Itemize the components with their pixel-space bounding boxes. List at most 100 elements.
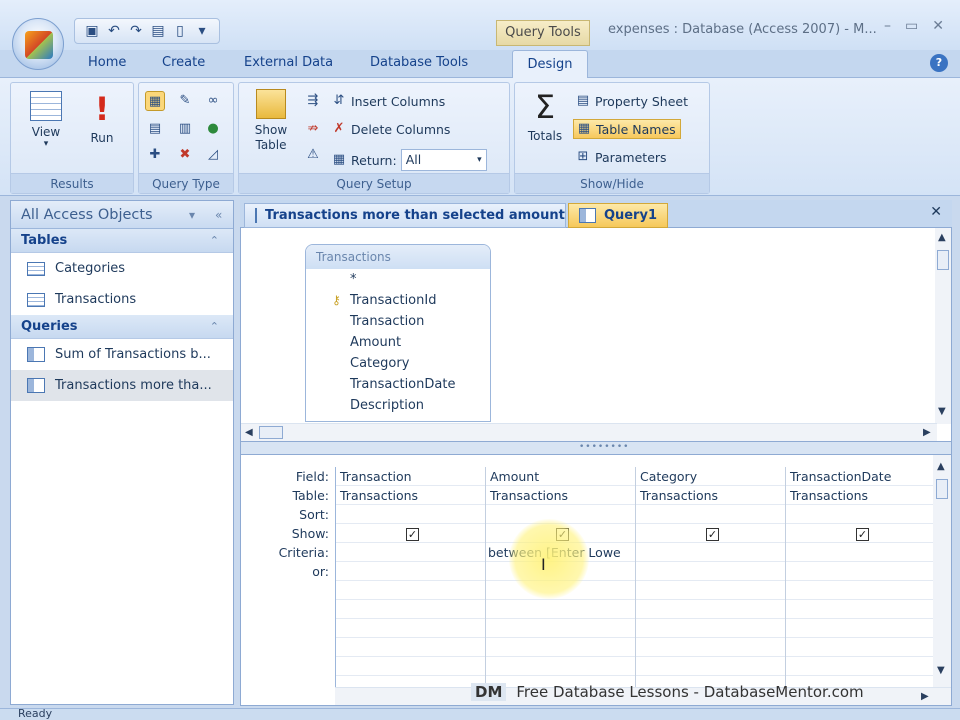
scroll-right-icon[interactable]: ▶ — [921, 691, 929, 702]
crosstab-icon[interactable]: ▥ — [175, 119, 195, 139]
delete-rows-icon[interactable]: ⇏ — [303, 119, 323, 139]
select-query-icon[interactable]: ▦ — [145, 91, 165, 111]
delete-columns-button[interactable]: ✗ Delete Columns — [331, 121, 451, 137]
insert-rows-icon[interactable]: ⇶ — [303, 91, 323, 111]
vertical-scrollbar[interactable]: ▲ ▼ — [935, 228, 951, 424]
undo-icon[interactable]: ↶ — [105, 22, 123, 40]
field-cell[interactable]: TransactionDate — [786, 467, 933, 486]
sort-cell[interactable] — [636, 505, 785, 524]
nav-item-sum-query[interactable]: Sum of Transactions b... — [11, 339, 233, 370]
make-table-icon[interactable]: ✎ — [175, 91, 195, 111]
save-icon[interactable]: ▣ — [83, 22, 101, 40]
parameters-button[interactable]: ⊞ Parameters — [575, 149, 667, 165]
table-cell[interactable]: Transactions — [486, 486, 635, 505]
tab-database-tools[interactable]: Database Tools — [370, 55, 468, 70]
nav-pane-header[interactable]: All Access Objects ▾ « — [11, 201, 233, 229]
close-document-icon[interactable]: ✕ — [930, 204, 942, 220]
view-button[interactable]: View ▾ — [21, 91, 71, 149]
criteria-cell[interactable] — [336, 543, 485, 562]
field-list-item[interactable]: Category — [306, 353, 490, 374]
insert-columns-button[interactable]: ⇵ Insert Columns — [331, 93, 446, 109]
maximize-button[interactable]: ▭ — [905, 18, 918, 34]
scroll-down-icon[interactable]: ▼ — [938, 406, 946, 417]
table-names-button[interactable]: ▦ Table Names — [573, 119, 681, 139]
field-list-item[interactable]: Amount — [306, 332, 490, 353]
delete-query-icon[interactable]: ✖ — [175, 145, 195, 165]
scroll-thumb[interactable] — [937, 250, 949, 270]
field-list-transactions[interactable]: Transactions * ⚷ TransactionId Transactio… — [305, 244, 491, 422]
nav-menu-chevron-icon[interactable]: ▾ — [189, 201, 195, 229]
new-icon[interactable]: ▯ — [171, 22, 189, 40]
property-sheet-button[interactable]: ▤ Property Sheet — [575, 93, 688, 109]
sort-cell[interactable] — [486, 505, 635, 524]
field-cell[interactable]: Amount — [486, 467, 635, 486]
update-icon[interactable]: ✚ — [145, 145, 165, 165]
scroll-up-icon[interactable]: ▲ — [937, 461, 945, 472]
criteria-cell[interactable] — [636, 543, 785, 562]
pass-through-icon[interactable]: ● — [203, 119, 223, 139]
tab-home[interactable]: Home — [88, 55, 126, 70]
nav-item-categories[interactable]: Categories — [11, 253, 233, 284]
shutter-bar-close-icon[interactable]: « — [215, 201, 222, 229]
field-cell[interactable]: Transaction — [336, 467, 485, 486]
totals-button[interactable]: Σ Totals — [519, 89, 571, 143]
field-list-item[interactable]: * — [306, 269, 490, 290]
show-checkbox[interactable]: ✓ — [856, 528, 869, 541]
criteria-cell[interactable] — [786, 543, 933, 562]
parameters-icon: ⊞ — [577, 149, 589, 164]
builder-icon[interactable]: ⚠ — [303, 145, 323, 165]
append-icon[interactable]: ▤ — [145, 119, 165, 139]
show-checkbox[interactable]: ✓ — [556, 528, 569, 541]
field-list-item[interactable]: Transaction — [306, 311, 490, 332]
scroll-thumb[interactable] — [259, 426, 283, 439]
criteria-cell[interactable]: between [Enter Lowe — [486, 543, 635, 562]
table-cell[interactable]: Transactions — [786, 486, 933, 505]
nav-item-transactions-more-query[interactable]: Transactions more tha... — [11, 370, 233, 401]
help-icon[interactable]: ? — [930, 54, 948, 72]
close-button[interactable]: ✕ — [932, 18, 944, 34]
scroll-right-icon[interactable]: ▶ — [923, 427, 931, 438]
primary-key-icon: ⚷ — [332, 293, 341, 307]
tab-design[interactable]: Design — [512, 50, 588, 79]
table-cell[interactable]: Transactions — [336, 486, 485, 505]
run-button[interactable]: ! Run — [77, 91, 127, 145]
scroll-down-icon[interactable]: ▼ — [937, 665, 945, 676]
scroll-up-icon[interactable]: ▲ — [938, 232, 946, 243]
show-checkbox[interactable]: ✓ — [406, 528, 419, 541]
document-tabs: Transactions more than selected amount Q… — [240, 200, 952, 228]
horizontal-scrollbar[interactable]: ◀ ▶ — [241, 423, 937, 441]
field-list-item[interactable]: Description — [306, 395, 490, 416]
query-type-group: ▦ ✎ ∞ ▤ ▥ ● ✚ ✖ ◿ Query Type — [138, 82, 234, 194]
query-icon — [27, 347, 45, 362]
tab-external-data[interactable]: External Data — [244, 55, 333, 70]
office-button[interactable] — [12, 18, 64, 70]
show-checkbox[interactable]: ✓ — [706, 528, 719, 541]
tab-create[interactable]: Create — [162, 55, 205, 70]
field-list-item[interactable]: ⚷ TransactionId — [306, 290, 490, 311]
nav-item-transactions[interactable]: Transactions — [11, 284, 233, 315]
customize-icon[interactable]: ▾ — [193, 22, 211, 40]
data-definition-icon[interactable]: ◿ — [203, 145, 223, 165]
field-list-item[interactable]: TransactionDate — [306, 374, 490, 395]
show-cell: ✓ — [636, 524, 785, 543]
vertical-scrollbar[interactable]: ▲ ▼ — [933, 455, 951, 687]
pane-splitter[interactable]: •••••••• — [240, 442, 952, 454]
scroll-left-icon[interactable]: ◀ — [245, 427, 253, 438]
redo-icon[interactable]: ↷ — [127, 22, 145, 40]
return-select[interactable]: All ▾ — [400, 149, 487, 171]
title-bar: ▣ ↶ ↷ ▤ ▯ ▾ Query Tools expenses : Datab… — [0, 0, 960, 50]
nav-section-tables[interactable]: Tables ⌃ — [11, 229, 233, 253]
scroll-thumb[interactable] — [936, 479, 948, 499]
nav-section-queries[interactable]: Queries ⌃ — [11, 315, 233, 339]
open-icon[interactable]: ▤ — [149, 22, 167, 40]
sort-cell[interactable] — [786, 505, 933, 524]
minimize-button[interactable]: – — [884, 18, 891, 34]
table-cell[interactable]: Transactions — [636, 486, 785, 505]
union-icon[interactable]: ∞ — [203, 91, 223, 111]
doc-tab-transactions-more[interactable]: Transactions more than selected amount — [244, 203, 566, 228]
row-label-criteria: Criteria: — [278, 545, 329, 560]
field-cell[interactable]: Category — [636, 467, 785, 486]
doc-tab-query1[interactable]: Query1 — [568, 203, 668, 228]
sort-cell[interactable] — [336, 505, 485, 524]
show-table-button[interactable]: Show Table — [245, 89, 297, 153]
